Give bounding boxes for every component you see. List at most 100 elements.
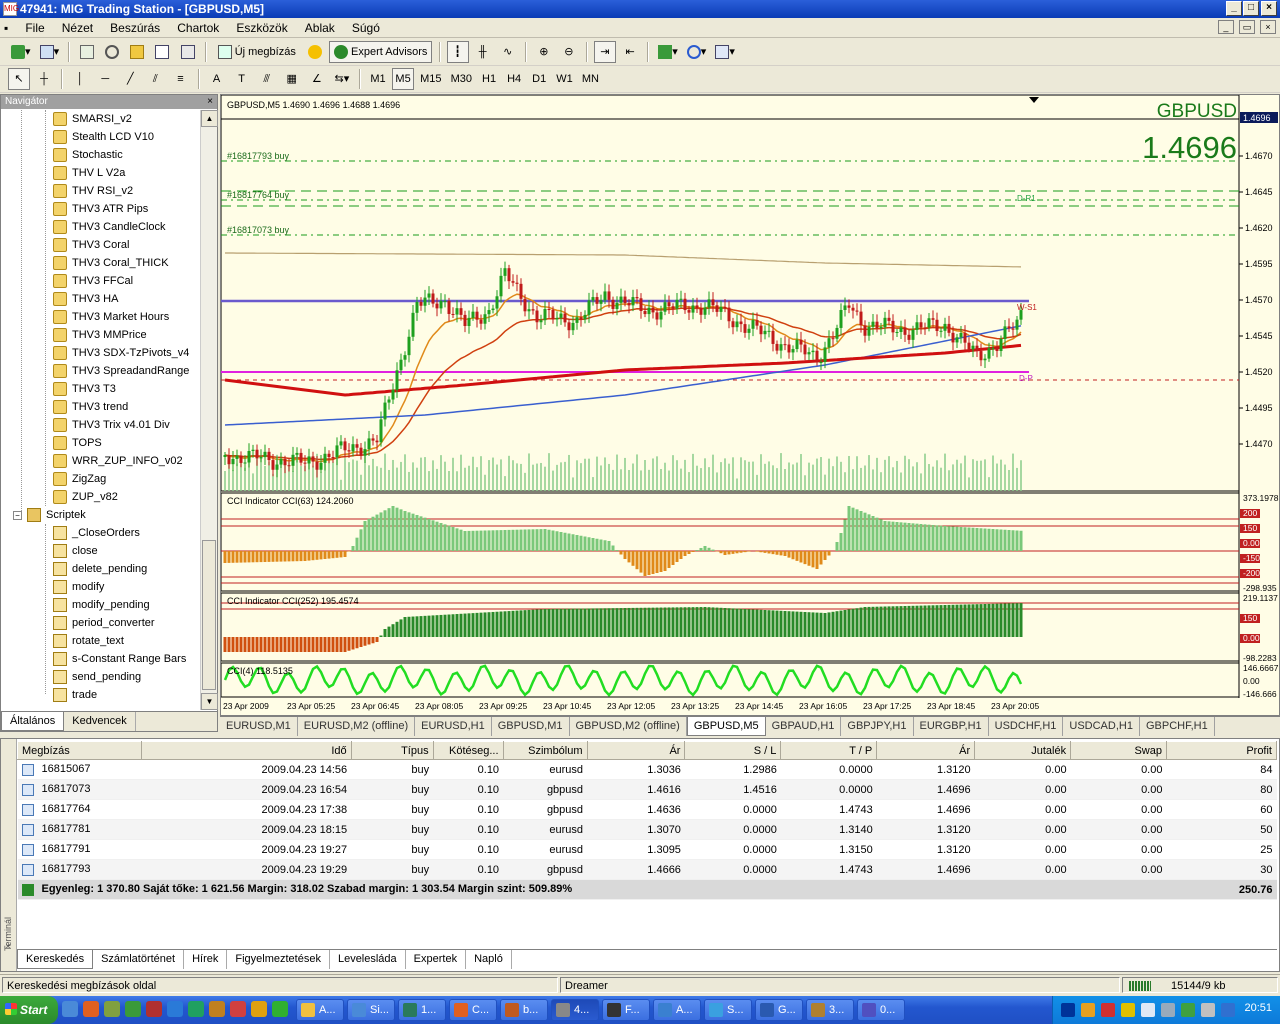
vertical-line-tool[interactable]: │ (69, 68, 91, 90)
navigator-indicator-item[interactable]: THV3 ATR Pips (1, 200, 199, 218)
tray-cloud-icon[interactable] (1141, 1003, 1155, 1017)
quick-launch-icon[interactable] (125, 1001, 141, 1017)
navigator-indicator-item[interactable]: Stochastic (1, 146, 199, 164)
navigator-scroll-thumb[interactable] (202, 540, 216, 690)
mdi-close-button[interactable]: × (1260, 20, 1276, 34)
order-row[interactable]: 16817073 2009.04.23 16:54 buy 0.10 gbpusd 1.4… (17, 779, 1277, 800)
terminal-tab[interactable]: Számlatörténet (93, 950, 185, 969)
navigator-indicator-item[interactable]: THV3 Coral_THICK (1, 254, 199, 272)
indicators-button[interactable]: ▾ (655, 41, 681, 63)
candlestick-chart-button[interactable]: ╫ (472, 41, 494, 63)
window-title-bar[interactable]: 47941: MIG Trading Station - [GBPUSD,M5] (0, 0, 1280, 18)
timeframe-m1[interactable]: M1 (367, 68, 389, 90)
column-header[interactable]: Kötéseg... (432, 741, 504, 760)
navigator-indicator-item[interactable]: THV3 CandleClock (1, 218, 199, 236)
scroll-up-icon[interactable]: ▲ (201, 110, 218, 127)
taskbar-window-button[interactable]: S... (704, 999, 752, 1021)
line-chart-button[interactable]: ∿ (497, 41, 519, 63)
menu-insert[interactable]: Beszúrás (103, 18, 167, 38)
text-label-tool[interactable]: T (231, 68, 253, 90)
navigator-script-item[interactable]: s-Constant Range Bars (1, 650, 199, 668)
timeframe-w1[interactable]: W1 (553, 68, 576, 90)
timeframe-m5[interactable]: M5 (392, 68, 415, 90)
taskbar-window-button[interactable]: A... (296, 999, 344, 1021)
column-header[interactable]: S / L (684, 741, 782, 760)
shapes-tool[interactable]: ∠ (306, 68, 328, 90)
text-tool[interactable]: A (206, 68, 228, 90)
tester-button[interactable] (177, 41, 199, 63)
navigator-script-item[interactable]: modify (1, 578, 199, 596)
chart-tab[interactable]: GBPAUD,H1 (766, 717, 842, 736)
chart-tab[interactable]: GBPJPY,H1 (841, 717, 914, 736)
terminal-button[interactable] (151, 41, 173, 63)
quick-launch-icon[interactable] (62, 1001, 78, 1017)
column-header[interactable]: Swap (1070, 741, 1167, 760)
grid-tool[interactable]: ▦ (281, 68, 303, 90)
periods-button[interactable]: ▾ (684, 41, 710, 63)
navigator-close-icon[interactable]: × (207, 95, 213, 109)
timeframe-m15[interactable]: M15 (417, 68, 444, 90)
menu-charts[interactable]: Chartok (170, 18, 226, 38)
order-row[interactable]: 16815067 2009.04.23 14:56 buy 0.10 eurusd 1.3… (17, 759, 1277, 780)
scroll-down-icon[interactable]: ▼ (201, 693, 218, 710)
order-row[interactable]: 16817793 2009.04.23 19:29 buy 0.10 gbpusd 1.4… (17, 859, 1277, 880)
quick-launch-icon[interactable] (251, 1001, 267, 1017)
navigator-indicator-item[interactable]: ZigZag (1, 470, 199, 488)
timeframe-m30[interactable]: M30 (448, 68, 475, 90)
navigator-indicator-item[interactable]: THV3 Trix v4.01 Div (1, 416, 199, 434)
tray-app-icon[interactable] (1081, 1003, 1095, 1017)
quick-launch-icon[interactable] (104, 1001, 120, 1017)
quick-launch-icon[interactable] (146, 1001, 162, 1017)
expert-advisors-button[interactable]: Expert Advisors (328, 41, 433, 63)
bar-chart-button[interactable]: ┇ (446, 41, 469, 63)
tray-connection-icon[interactable] (1161, 1003, 1175, 1017)
navigator-indicator-item[interactable]: THV3 MMPrice (1, 326, 199, 344)
start-button[interactable]: Start (0, 996, 58, 1024)
tray-update-icon[interactable] (1181, 1003, 1195, 1017)
minimize-button[interactable]: _ (1226, 1, 1242, 16)
navigator-indicator-item[interactable]: THV3 FFCal (1, 272, 199, 290)
crosshair-tool[interactable]: ┼ (33, 68, 55, 90)
timeframe-mn[interactable]: MN (579, 68, 602, 90)
terminal-tab[interactable]: Hírek (184, 950, 228, 969)
quick-launch-icon[interactable] (167, 1001, 183, 1017)
quick-launch-icon[interactable] (209, 1001, 225, 1017)
tray-volume-icon[interactable] (1201, 1003, 1215, 1017)
navigator-script-item[interactable]: delete_pending (1, 560, 199, 578)
channel-tool[interactable]: ⫻ (256, 68, 278, 90)
taskbar-window-button[interactable]: 0... (857, 999, 905, 1021)
taskbar-window-button[interactable]: A... (653, 999, 701, 1021)
timeframe-d1[interactable]: D1 (528, 68, 550, 90)
navigator-button[interactable] (126, 41, 148, 63)
scripts-folder[interactable]: − Scriptek (1, 506, 199, 524)
terminal-tab[interactable]: Kereskedés (17, 950, 94, 969)
navigator-indicator-item[interactable]: THV RSI_v2 (1, 182, 199, 200)
column-header[interactable]: Idő (140, 741, 352, 760)
column-header[interactable]: Ár (586, 741, 686, 760)
chart-tab[interactable]: USDCAD,H1 (1063, 717, 1140, 736)
column-header[interactable]: Jutalék (974, 741, 1072, 760)
collapse-icon[interactable]: − (13, 510, 22, 520)
taskbar-window-button[interactable]: G... (755, 999, 803, 1021)
menu-file[interactable]: File (18, 18, 51, 38)
chart-tab[interactable]: GBPUSD,M1 (492, 717, 570, 736)
column-header[interactable]: Típus (350, 741, 434, 760)
navigator-scrollbar[interactable]: ▲ ▼ (200, 110, 218, 710)
navigator-indicator-item[interactable]: THV L V2a (1, 164, 199, 182)
taskbar-window-button[interactable]: F... (602, 999, 650, 1021)
cursor-tool[interactable]: ↖ (8, 68, 30, 90)
order-row[interactable]: 16817791 2009.04.23 19:27 buy 0.10 eurusd 1.3… (17, 839, 1277, 860)
zoom-in-button[interactable]: ⊕ (533, 41, 555, 63)
navigator-indicator-item[interactable]: WRR_ZUP_INFO_v02 (1, 452, 199, 470)
templates-button[interactable]: ▾ (712, 41, 738, 63)
menu-app-icon[interactable]: ▪ (0, 18, 15, 38)
navigator-script-item[interactable]: trade (1, 686, 199, 704)
chart-tab[interactable]: EURUSD,M1 (220, 717, 298, 736)
navigator-script-item[interactable]: modify_pending (1, 596, 199, 614)
chart-tab[interactable]: EURUSD,M2 (offline) (298, 717, 416, 736)
column-header[interactable]: Profit (1165, 741, 1278, 760)
taskbar-window-button[interactable]: 1... (398, 999, 446, 1021)
menu-window[interactable]: Ablak (298, 18, 342, 38)
quick-launch-icon[interactable] (272, 1001, 288, 1017)
chart-tab[interactable]: EURGBP,H1 (914, 717, 989, 736)
